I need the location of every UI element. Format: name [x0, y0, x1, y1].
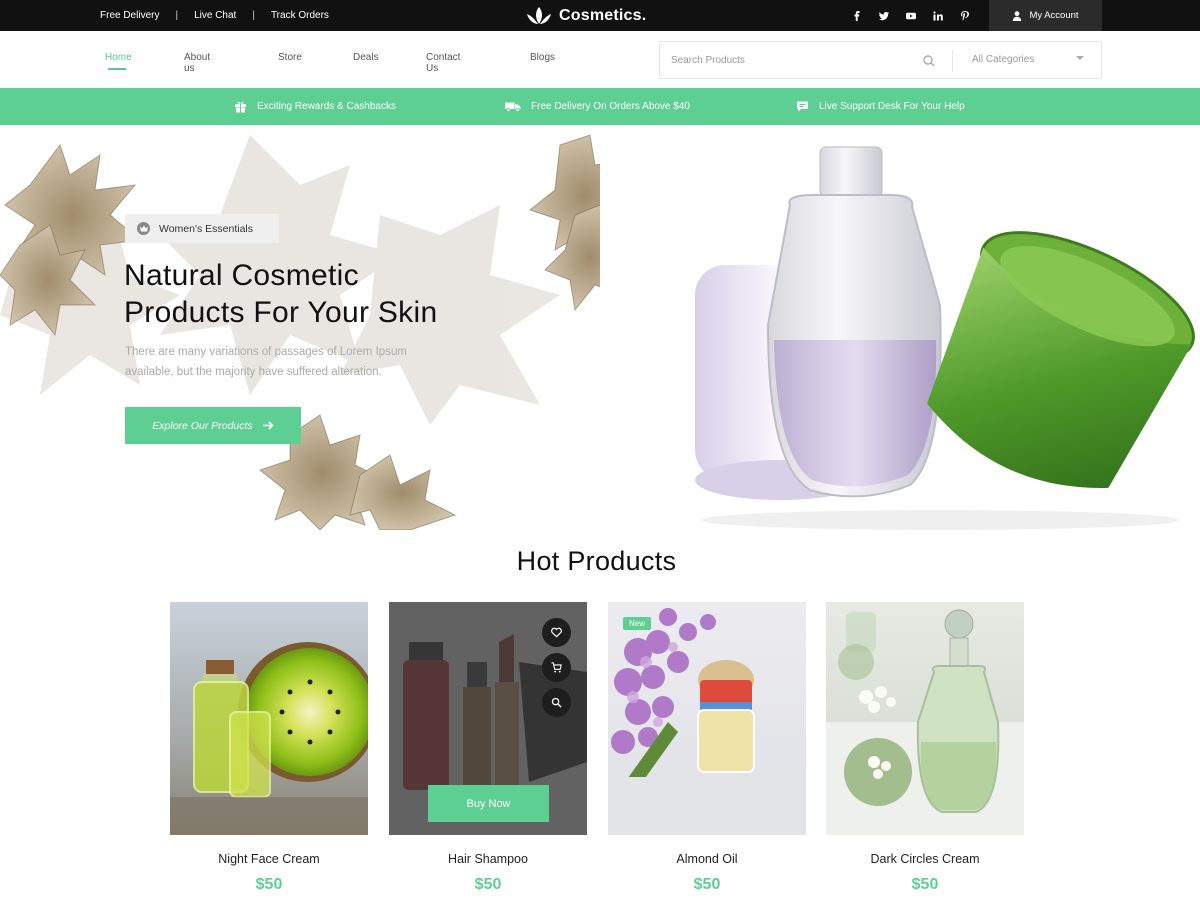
twitter-icon[interactable] — [870, 0, 897, 31]
new-badge: New — [623, 617, 652, 630]
my-account-button[interactable]: My Account — [989, 0, 1102, 31]
hot-products-title: Hot Products — [516, 546, 677, 576]
product-price: $50 — [693, 876, 721, 893]
my-account-label: My Account — [1029, 10, 1079, 21]
hero-product-image — [695, 146, 1195, 530]
hero-banner: Women's Essentials Natural Cosmetic Prod… — [0, 125, 1200, 530]
linkedin-icon[interactable] — [924, 0, 951, 31]
explore-products-label: Explore Our Products — [152, 419, 253, 432]
buy-now-button[interactable]: Buy Now — [428, 785, 549, 822]
separator: | — [252, 10, 255, 21]
truck-icon — [505, 102, 521, 112]
quick-view-button[interactable] — [542, 688, 571, 717]
track-orders-link[interactable]: Track Orders — [271, 10, 329, 21]
chat-icon — [797, 101, 808, 112]
promo-delivery-text: Free Delivery On Orders Above $40 — [531, 101, 690, 112]
product-card[interactable]: Buy Now Hair Shampoo $50 — [389, 602, 587, 893]
nav-item-store[interactable]: Store — [278, 52, 302, 63]
promo-rewards: Exciting Rewards & Cashbacks — [234, 88, 396, 125]
active-nav-indicator — [108, 68, 126, 70]
wishlist-button[interactable] — [542, 618, 571, 647]
social-links — [843, 0, 978, 31]
explore-products-button[interactable]: Explore Our Products — [125, 407, 301, 444]
nav-item-blogs[interactable]: Blogs — [530, 52, 555, 63]
product-price: $50 — [911, 876, 939, 893]
product-card[interactable]: Dark Circles Cream $50 — [826, 602, 1024, 893]
lotus-logo-icon — [527, 7, 551, 24]
gift-icon — [235, 101, 246, 113]
add-to-cart-button[interactable] — [542, 653, 571, 682]
search-bar: All Categories — [659, 41, 1102, 79]
search-icon — [551, 697, 562, 708]
product-price: $50 — [255, 876, 283, 893]
top-links: Free Delivery | Live Chat | Track Orders — [100, 0, 329, 31]
live-chat-link[interactable]: Live Chat — [194, 10, 236, 21]
product-image[interactable]: Buy Now — [389, 602, 587, 835]
product-name[interactable]: Dark Circles Cream — [826, 852, 1024, 866]
search-input[interactable] — [671, 50, 911, 70]
crown-icon — [137, 222, 150, 235]
promo-support-text: Live Support Desk For Your Help — [819, 101, 965, 112]
nav-item-about-us[interactable]: About us — [184, 52, 210, 74]
product-card[interactable]: Night Face Cream $50 — [170, 602, 368, 893]
arrow-right-icon — [262, 421, 274, 430]
free-delivery-link[interactable]: Free Delivery — [100, 10, 159, 21]
search-icon[interactable] — [922, 54, 936, 68]
product-name[interactable]: Almond Oil — [608, 852, 806, 866]
separator: | — [175, 10, 179, 21]
facebook-icon[interactable] — [843, 0, 870, 31]
search-divider — [952, 50, 953, 72]
nav-item-deals[interactable]: Deals — [353, 52, 379, 63]
heart-icon — [551, 627, 562, 638]
hero-title-line2: Products For Your Skin — [124, 296, 438, 329]
nav-item-contact-us[interactable]: Contact Us — [426, 52, 460, 74]
product-name[interactable]: Night Face Cream — [170, 852, 368, 866]
cart-icon — [551, 662, 562, 673]
promo-support: Live Support Desk For Your Help — [796, 88, 965, 125]
hero-desc-line1: There are many variations of passages of… — [125, 346, 407, 358]
product-image[interactable] — [170, 602, 368, 835]
product-name[interactable]: Hair Shampoo — [389, 852, 587, 866]
nav-item-home[interactable]: Home — [105, 52, 132, 63]
top-bar: Free Delivery | Live Chat | Track Orders… — [0, 0, 1200, 31]
brand-name: Cosmetics. — [559, 7, 647, 24]
user-icon — [1013, 10, 1022, 21]
promo-band: Exciting Rewards & Cashbacks Free Delive… — [0, 88, 1200, 125]
promo-rewards-text: Exciting Rewards & Cashbacks — [257, 101, 396, 112]
hero-description: There are many variations of passages of… — [125, 342, 465, 382]
hero-title-line1: Natural Cosmetic — [124, 259, 359, 292]
hero-title: Natural Cosmetic Products For Your Skin — [124, 257, 544, 331]
hero-desc-line2: available, but the majority have suffere… — [125, 366, 382, 378]
product-image[interactable] — [826, 602, 1024, 835]
brand-logo[interactable]: Cosmetics. — [526, 4, 646, 28]
product-price: $50 — [474, 876, 502, 893]
pinterest-icon[interactable] — [951, 0, 978, 31]
promo-delivery: Free Delivery On Orders Above $40 — [505, 88, 690, 125]
product-image[interactable]: New — [608, 602, 806, 835]
hero-badge: Women's Essentials — [125, 214, 279, 243]
youtube-icon[interactable] — [897, 0, 924, 31]
hero-badge-text: Women's Essentials — [159, 222, 254, 235]
chevron-down-icon[interactable] — [1076, 56, 1084, 60]
product-card[interactable]: New Almond Oil $50 — [608, 602, 806, 893]
main-navbar: Home About us Store Deals Contact Us Blo… — [0, 31, 1200, 88]
category-select[interactable]: All Categories — [972, 54, 1034, 65]
